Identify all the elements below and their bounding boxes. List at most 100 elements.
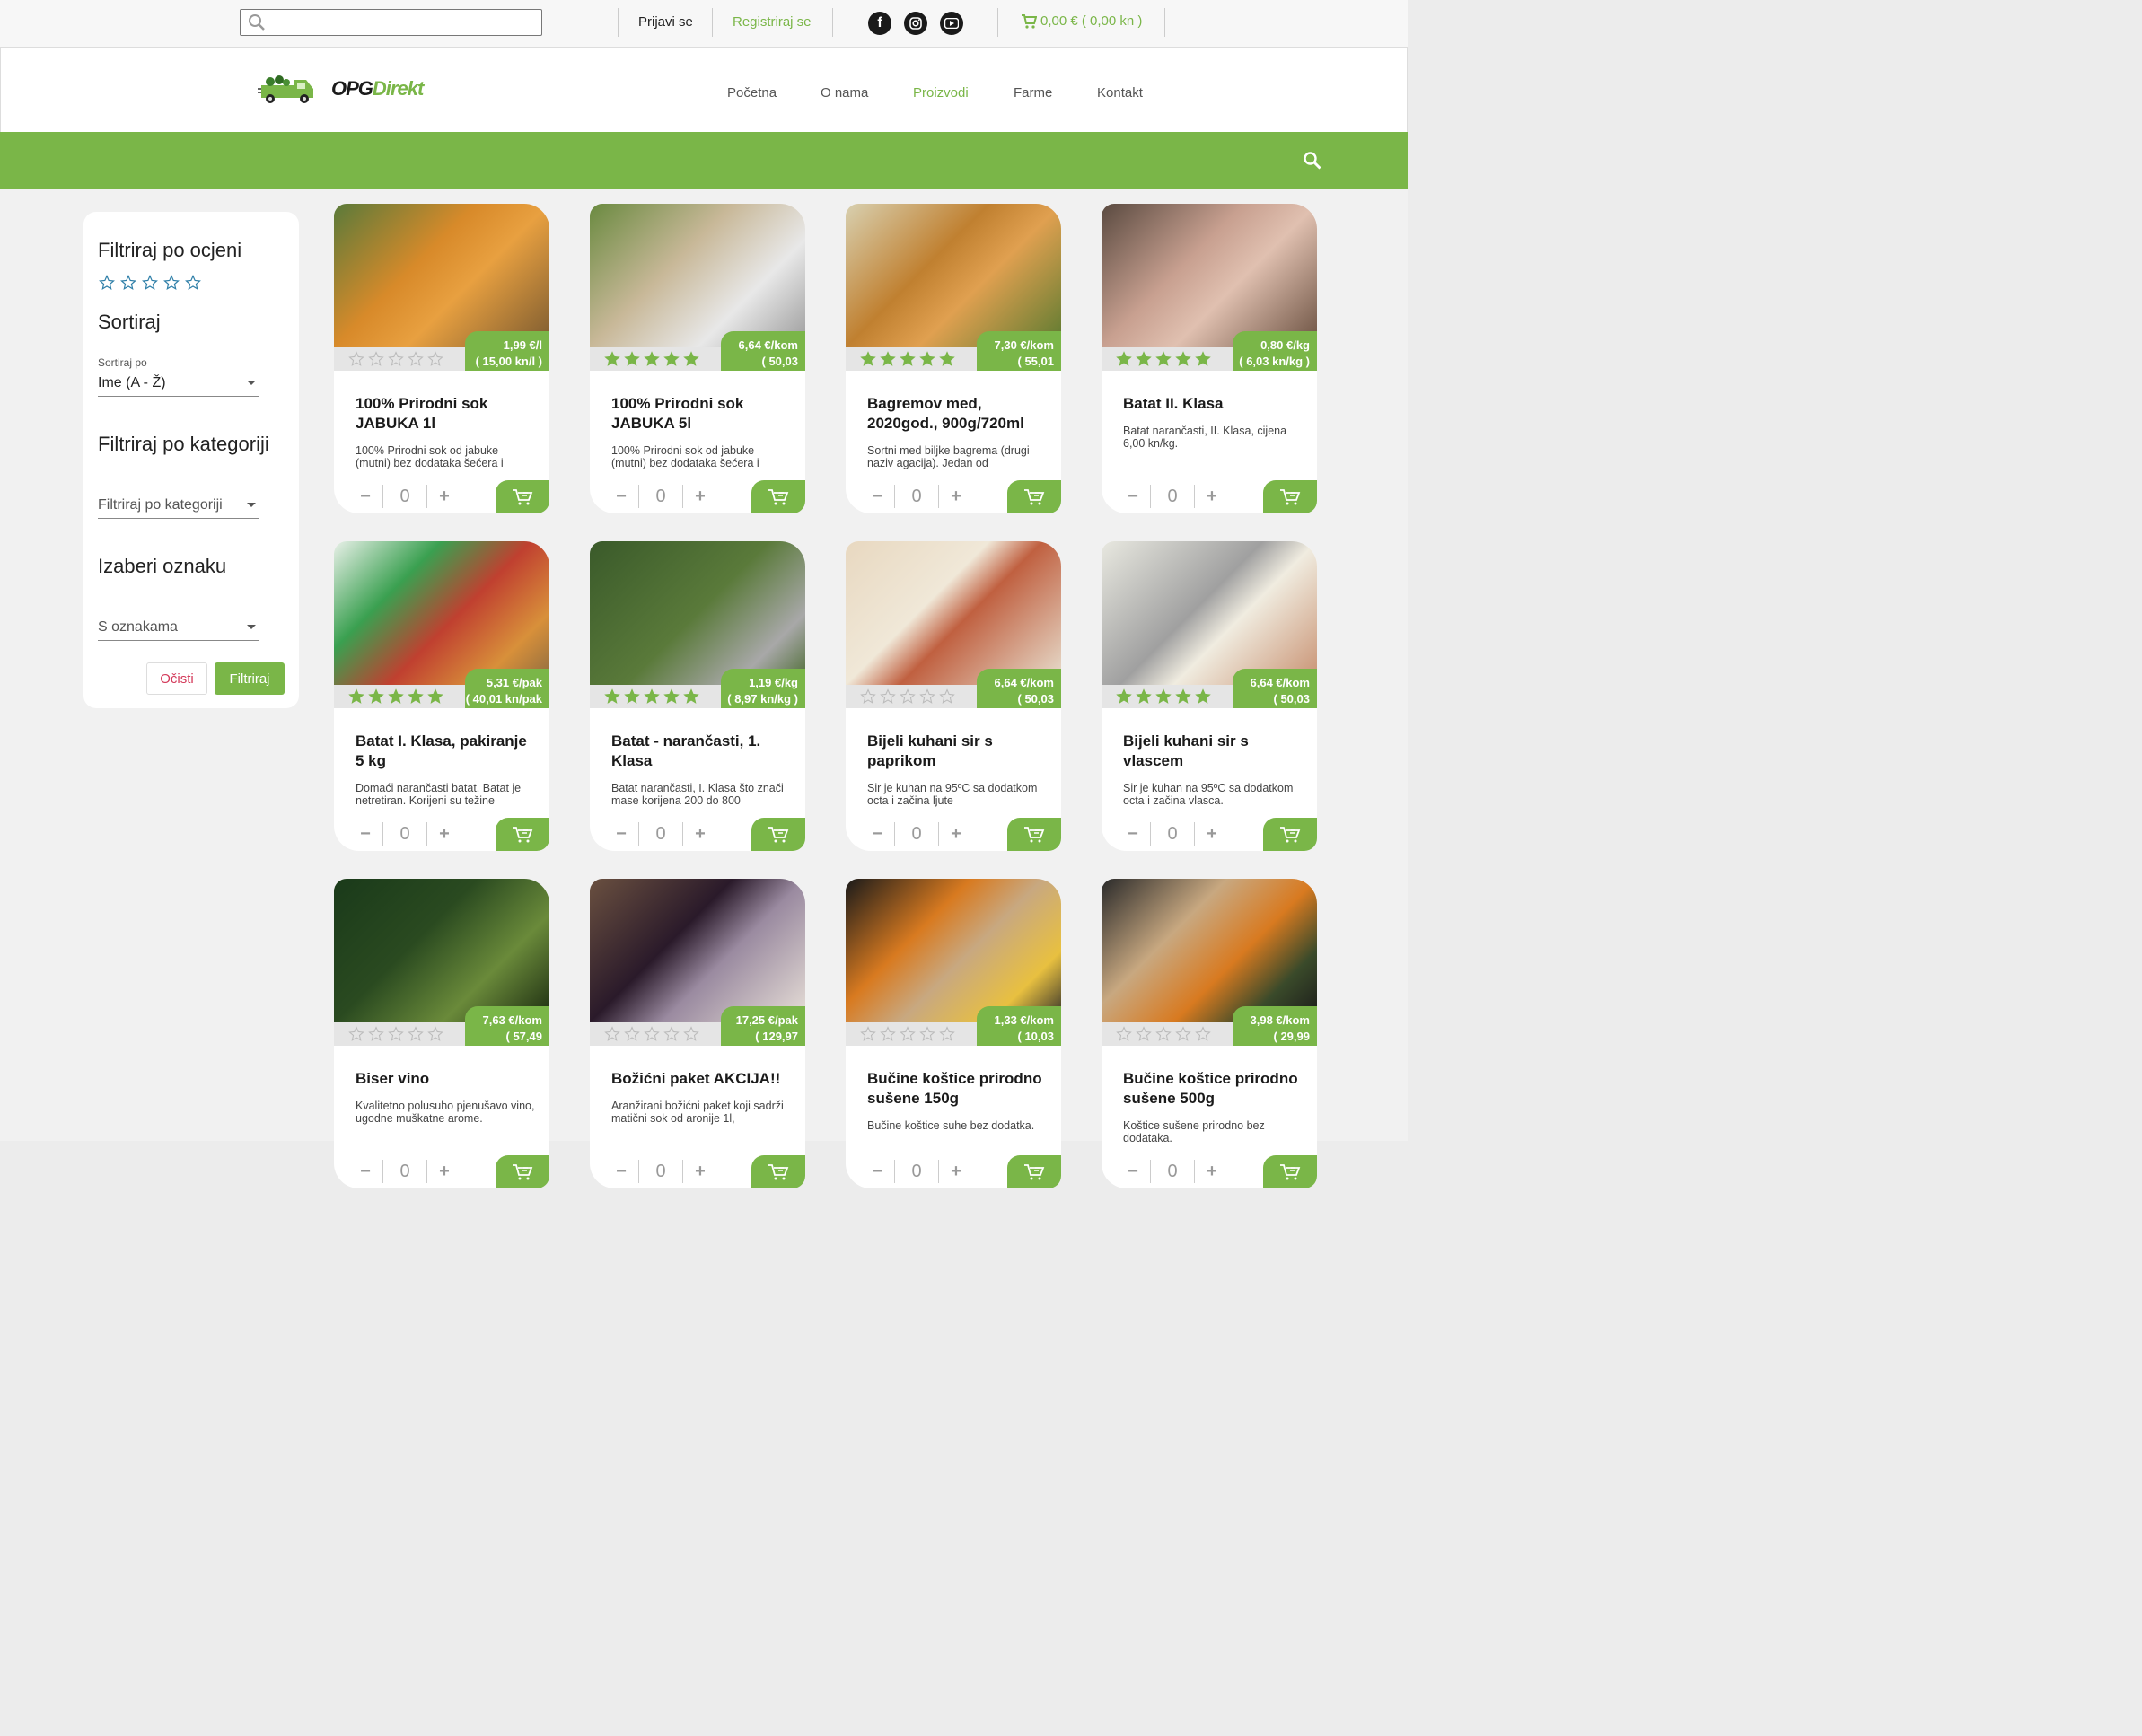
product-image[interactable] bbox=[846, 541, 1061, 685]
add-to-cart-button[interactable] bbox=[751, 480, 805, 513]
star-outline-icon[interactable] bbox=[163, 275, 180, 291]
product-title[interactable]: Bučine koštice prirodno sušene 150g bbox=[867, 1069, 1047, 1109]
plus-button[interactable]: + bbox=[435, 824, 454, 845]
product-image[interactable] bbox=[1102, 879, 1317, 1022]
quantity-value[interactable]: 0 bbox=[1150, 822, 1195, 846]
plus-button[interactable]: + bbox=[690, 824, 710, 845]
star-outline-icon[interactable] bbox=[185, 275, 201, 291]
quantity-value[interactable]: 0 bbox=[1150, 1160, 1195, 1183]
add-to-cart-button[interactable] bbox=[751, 818, 805, 851]
apply-filters-button[interactable]: Filtriraj bbox=[215, 662, 285, 695]
youtube-icon[interactable] bbox=[940, 12, 963, 35]
product-image[interactable] bbox=[1102, 204, 1317, 347]
register-link[interactable]: Registriraj se bbox=[733, 14, 812, 30]
product-card[interactable]: 6,64 €/kom ( 50,03 kn/kom ) Bijeli kuhani … bbox=[846, 541, 1061, 851]
product-card[interactable]: 7,63 €/kom ( 57,49 kn/kom ) Biser vino Kval… bbox=[334, 879, 549, 1188]
star-outline-icon[interactable] bbox=[120, 275, 136, 291]
quantity-value[interactable]: 0 bbox=[894, 1160, 939, 1183]
add-to-cart-button[interactable] bbox=[496, 818, 549, 851]
minus-button[interactable]: − bbox=[1123, 1162, 1143, 1182]
plus-button[interactable]: + bbox=[690, 1162, 710, 1182]
login-link[interactable]: Prijavi se bbox=[638, 14, 693, 30]
product-image[interactable] bbox=[590, 879, 805, 1022]
plus-button[interactable]: + bbox=[690, 487, 710, 507]
product-card[interactable]: 6,64 €/kom ( 50,03 kn/kom ) Bijeli kuhani … bbox=[1102, 541, 1317, 851]
product-card[interactable]: 1,33 €/kom ( 10,03 kn/kom ) Bučine koštice… bbox=[846, 879, 1061, 1188]
quantity-value[interactable]: 0 bbox=[894, 822, 939, 846]
product-image[interactable] bbox=[334, 541, 549, 685]
product-image[interactable] bbox=[334, 879, 549, 1022]
nav-pocetna[interactable]: Početna bbox=[727, 85, 777, 101]
minus-button[interactable]: − bbox=[611, 824, 631, 845]
minus-button[interactable]: − bbox=[356, 824, 375, 845]
minus-button[interactable]: − bbox=[867, 824, 887, 845]
quantity-value[interactable]: 0 bbox=[1150, 485, 1195, 508]
plus-button[interactable]: + bbox=[946, 487, 966, 507]
product-image[interactable] bbox=[590, 204, 805, 347]
product-image[interactable] bbox=[846, 879, 1061, 1022]
plus-button[interactable]: + bbox=[1202, 824, 1222, 845]
minus-button[interactable]: − bbox=[1123, 487, 1143, 507]
sort-select[interactable]: Ime (A - Ž) bbox=[98, 375, 259, 397]
add-to-cart-button[interactable] bbox=[1007, 480, 1061, 513]
instagram-icon[interactable] bbox=[904, 12, 927, 35]
product-title[interactable]: Božićni paket AKCIJA!! bbox=[611, 1069, 791, 1089]
quantity-value[interactable]: 0 bbox=[894, 485, 939, 508]
add-to-cart-button[interactable] bbox=[751, 1155, 805, 1188]
nav-kontakt[interactable]: Kontakt bbox=[1097, 85, 1143, 101]
product-title[interactable]: 100% Prirodni sok JABUKA 5l bbox=[611, 394, 791, 434]
plus-button[interactable]: + bbox=[435, 487, 454, 507]
product-title[interactable]: Bučine koštice prirodno sušene 500g bbox=[1123, 1069, 1303, 1109]
product-title[interactable]: Bijeli kuhani sir s vlascem bbox=[1123, 732, 1303, 771]
rating-filter-stars[interactable] bbox=[99, 275, 201, 291]
product-card[interactable]: 0,80 €/kg ( 6,03 kn/kg ) Batat II. Klasa Ba… bbox=[1102, 204, 1317, 513]
product-card[interactable]: 1,99 €/l ( 15,00 kn/l ) 100% Prirodni sok … bbox=[334, 204, 549, 513]
star-outline-icon[interactable] bbox=[99, 275, 115, 291]
product-card[interactable]: 17,25 €/pak ( 129,97 kn/pak ) Božićni pake… bbox=[590, 879, 805, 1188]
product-title[interactable]: Batat - narančasti, 1. Klasa bbox=[611, 732, 791, 771]
product-image[interactable] bbox=[846, 204, 1061, 347]
minus-button[interactable]: − bbox=[611, 487, 631, 507]
add-to-cart-button[interactable] bbox=[1263, 1155, 1317, 1188]
tag-select[interactable]: S oznakama bbox=[98, 619, 259, 641]
quantity-value[interactable]: 0 bbox=[638, 485, 683, 508]
product-title[interactable]: Batat I. Klasa, pakiranje 5 kg bbox=[356, 732, 535, 771]
quantity-value[interactable]: 0 bbox=[382, 822, 427, 846]
nav-o-nama[interactable]: O nama bbox=[821, 85, 868, 101]
product-card[interactable]: 6,64 €/kom ( 50,03 kn/kom ) 100% Prirodni … bbox=[590, 204, 805, 513]
product-image[interactable] bbox=[590, 541, 805, 685]
add-to-cart-button[interactable] bbox=[1263, 818, 1317, 851]
add-to-cart-button[interactable] bbox=[1007, 818, 1061, 851]
plus-button[interactable]: + bbox=[1202, 487, 1222, 507]
product-image[interactable] bbox=[334, 204, 549, 347]
facebook-icon[interactable]: f bbox=[868, 12, 891, 35]
site-logo[interactable]: OPGDirekt bbox=[258, 71, 424, 107]
cart-summary-link[interactable]: 0,00 € ( 0,00 kn ) bbox=[1021, 13, 1142, 29]
product-card[interactable]: 5,31 €/pak ( 40,01 kn/pak ) Batat I. Klasa… bbox=[334, 541, 549, 851]
product-card[interactable]: 7,30 €/kom ( 55,01 kn/kom ) Bagremov med, … bbox=[846, 204, 1061, 513]
add-to-cart-button[interactable] bbox=[496, 480, 549, 513]
plus-button[interactable]: + bbox=[946, 824, 966, 845]
product-title[interactable]: Bijeli kuhani sir s paprikom bbox=[867, 732, 1047, 771]
add-to-cart-button[interactable] bbox=[496, 1155, 549, 1188]
star-outline-icon[interactable] bbox=[142, 275, 158, 291]
product-card[interactable]: 3,98 €/kom ( 29,99 kn/kom ) Bučine koštice… bbox=[1102, 879, 1317, 1188]
add-to-cart-button[interactable] bbox=[1007, 1155, 1061, 1188]
add-to-cart-button[interactable] bbox=[1263, 480, 1317, 513]
product-title[interactable]: Bagremov med, 2020god., 900g/720ml bbox=[867, 394, 1047, 434]
plus-button[interactable]: + bbox=[1202, 1162, 1222, 1182]
quantity-value[interactable]: 0 bbox=[638, 1160, 683, 1183]
plus-button[interactable]: + bbox=[946, 1162, 966, 1182]
quantity-value[interactable]: 0 bbox=[382, 485, 427, 508]
nav-proizvodi[interactable]: Proizvodi bbox=[913, 85, 969, 101]
product-image[interactable] bbox=[1102, 541, 1317, 685]
category-select[interactable]: Filtriraj po kategoriji bbox=[98, 497, 259, 519]
product-title[interactable]: Batat II. Klasa bbox=[1123, 394, 1303, 414]
minus-button[interactable]: − bbox=[867, 487, 887, 507]
product-title[interactable]: Biser vino bbox=[356, 1069, 535, 1089]
quantity-value[interactable]: 0 bbox=[638, 822, 683, 846]
search-input[interactable] bbox=[240, 9, 542, 36]
minus-button[interactable]: − bbox=[867, 1162, 887, 1182]
minus-button[interactable]: − bbox=[1123, 824, 1143, 845]
quantity-value[interactable]: 0 bbox=[382, 1160, 427, 1183]
